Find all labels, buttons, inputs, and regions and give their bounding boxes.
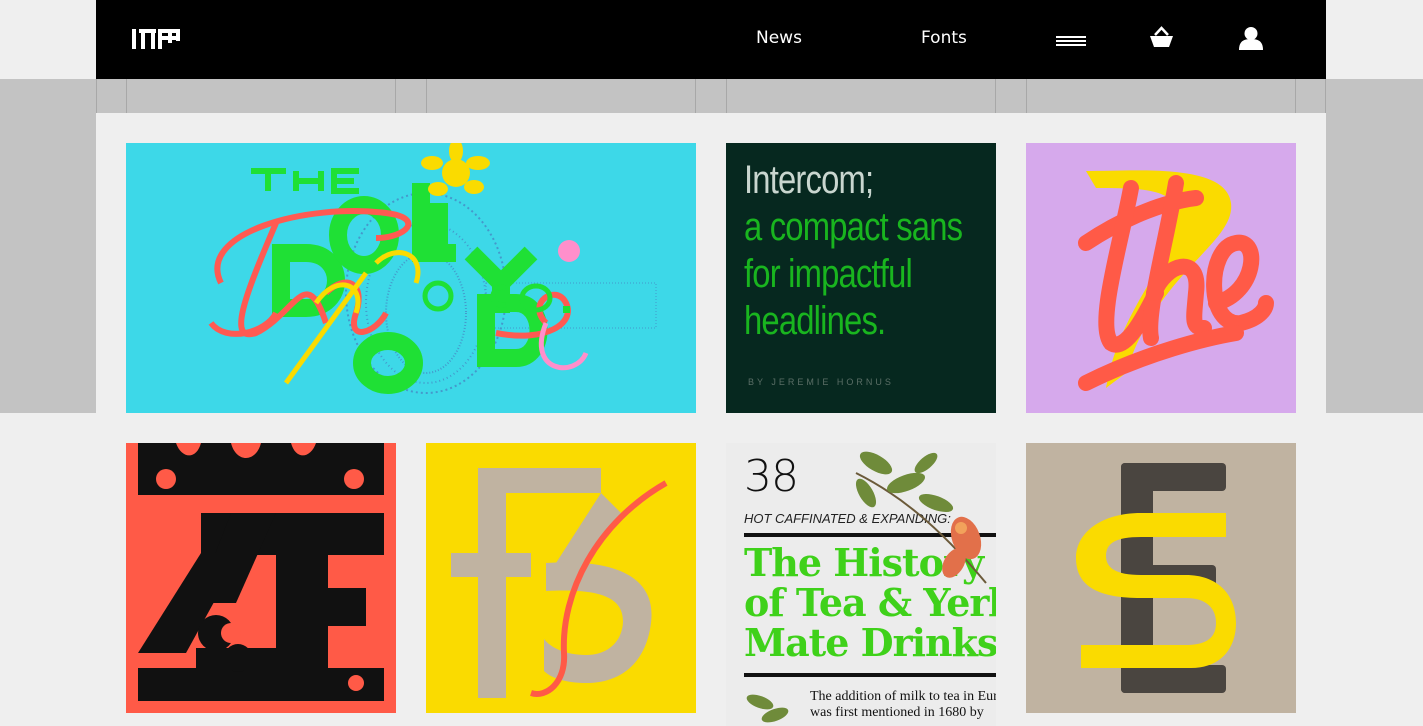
the-lettering-artwork xyxy=(1078,170,1274,391)
body-line: was first mentioned in 1680 by xyxy=(810,705,984,720)
body-line: The addition of milk to tea in Europe xyxy=(810,689,996,704)
grid-guide xyxy=(1325,79,1326,113)
site-header: News Fonts xyxy=(96,0,1326,79)
f3-artwork xyxy=(451,468,668,698)
font-tile-f3[interactable] xyxy=(426,443,696,713)
intercom-line: a compact sans xyxy=(744,205,963,249)
intercom-headline: Intercom; a compact sans for impactful h… xyxy=(744,157,963,345)
leaf-illustration xyxy=(746,694,789,723)
issue-number: 38 xyxy=(744,451,799,502)
itf-logo[interactable] xyxy=(132,29,180,54)
user-icon[interactable] xyxy=(1239,26,1263,55)
font-tile-dilly-dop[interactable] xyxy=(126,143,696,413)
grid-guide xyxy=(726,79,727,113)
grid-guide xyxy=(126,79,127,113)
nav-fonts[interactable]: Fonts xyxy=(921,28,967,48)
grid-guide xyxy=(995,79,996,113)
font-tile-ae[interactable] xyxy=(126,443,396,713)
font-tile-intercom[interactable]: Intercom; a compact sans for impactful h… xyxy=(726,143,996,413)
grid-guide xyxy=(1295,79,1296,113)
grid-guide xyxy=(395,79,396,113)
es-stacked-artwork xyxy=(1076,463,1236,693)
grid-guide xyxy=(426,79,427,113)
article-body: The addition of milk to tea in Europe wa… xyxy=(810,689,996,721)
ae-ornate-artwork xyxy=(138,443,384,701)
intercom-byline: BY JEREMIE HORNUS xyxy=(748,377,894,387)
botanical-illustration xyxy=(855,451,987,584)
dilly-dop-artwork xyxy=(208,143,657,394)
font-tile-the[interactable] xyxy=(1026,143,1296,413)
headline-line: Mate Drinks xyxy=(744,620,996,665)
intercom-line: headlines. xyxy=(744,299,886,343)
nav-news[interactable]: News xyxy=(756,28,802,48)
itf-logo-icon xyxy=(132,29,180,49)
grid-guide xyxy=(695,79,696,113)
intercom-line: Intercom; xyxy=(744,158,874,202)
intercom-line: for impactful xyxy=(744,252,913,296)
menu-icon[interactable] xyxy=(1056,34,1086,52)
grid-guide xyxy=(1026,79,1027,113)
rule-line xyxy=(744,673,996,677)
font-tile-tea-magazine[interactable]: 38 HOT CAFFINATED & EXPANDING: The Histo… xyxy=(726,443,996,726)
basket-icon[interactable] xyxy=(1149,26,1174,53)
font-tile-es[interactable] xyxy=(1026,443,1296,713)
grid-guide xyxy=(96,79,97,113)
